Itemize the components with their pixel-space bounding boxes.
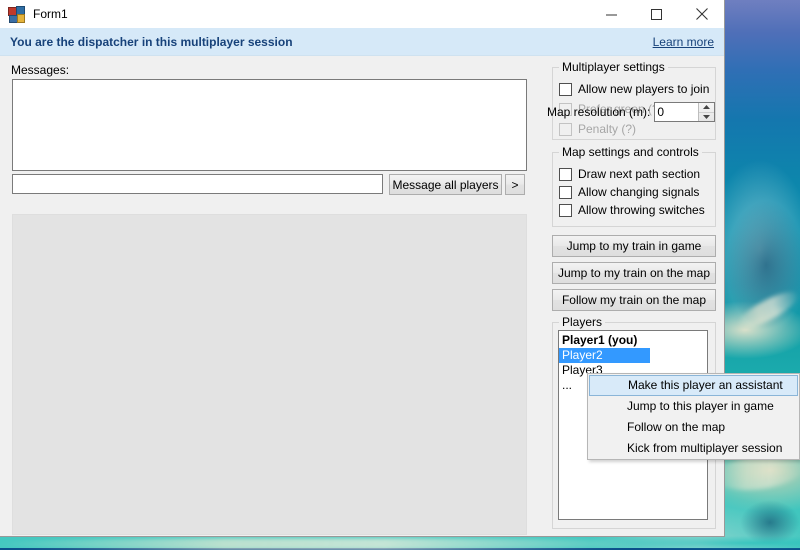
map-resolution-row: Map resolution (m): [547, 102, 716, 122]
messages-label: Messages: [11, 63, 70, 77]
checkbox-label: Draw next path section [578, 167, 701, 181]
context-menu-item-jump-to-player[interactable]: Jump to this player in game [588, 396, 799, 417]
map-resolution-input[interactable] [655, 103, 704, 121]
spinner-down-icon[interactable] [699, 113, 714, 122]
spinner-up-icon[interactable] [699, 103, 715, 113]
context-menu-item-make-assistant[interactable]: Make this player an assistant [589, 375, 798, 396]
close-button[interactable] [679, 0, 724, 28]
checkbox-box-icon [559, 185, 572, 199]
checkbox-allow-changing-signals[interactable]: Allow changing signals [559, 184, 699, 200]
client-area: Messages: Message all players > Multipla… [0, 55, 724, 536]
spinner-buttons[interactable] [698, 103, 715, 122]
message-input[interactable] [12, 174, 383, 194]
multiplayer-settings-group: Multiplayer settings Allow new players t… [552, 60, 716, 140]
checkbox-label: Allow throwing switches [578, 203, 705, 217]
context-menu-item-kick-player[interactable]: Kick from multiplayer session [588, 438, 799, 459]
banner-message: You are the dispatcher in this multiplay… [10, 34, 293, 49]
message-all-players-button[interactable]: Message all players [389, 174, 502, 195]
checkbox-box-icon [559, 203, 572, 217]
checkbox-label: Allow new players to join [578, 82, 710, 96]
windows-forms-icon [8, 6, 25, 23]
send-message-button[interactable]: > [505, 174, 525, 195]
dispatcher-display-panel[interactable] [12, 214, 527, 535]
left-column: Messages: Message all players > [0, 55, 540, 536]
checkbox-allow-throwing-switches[interactable]: Allow throwing switches [559, 202, 705, 218]
context-menu-item-follow-on-map[interactable]: Follow on the map [588, 417, 799, 438]
jump-to-train-on-map-button[interactable]: Jump to my train on the map [552, 262, 716, 284]
checkbox-label: Penalty (?) [578, 122, 637, 136]
learn-more-link[interactable]: Learn more [653, 35, 714, 49]
window-controls [589, 0, 724, 28]
right-column: Multiplayer settings Allow new players t… [546, 55, 722, 536]
checkbox-label: Allow changing signals [578, 185, 700, 199]
title-bar[interactable]: Form1 [0, 0, 724, 28]
jump-to-train-in-game-button[interactable]: Jump to my train in game [552, 235, 716, 257]
map-settings-body: Draw next path section Allow changing si… [552, 152, 716, 227]
checkbox-box-icon [559, 122, 572, 136]
list-item[interactable]: Player1 (you) [559, 333, 707, 348]
list-item[interactable]: Player2 [559, 348, 650, 363]
map-settings-group: Map settings and controls Draw next path… [552, 145, 716, 227]
window-title: Form1 [33, 7, 68, 21]
checkbox-draw-next-path[interactable]: Draw next path section [559, 166, 700, 182]
checkbox-allow-new-players[interactable]: Allow new players to join [559, 81, 709, 97]
map-resolution-label: Map resolution (m): [547, 105, 651, 119]
player-context-menu[interactable]: Make this player an assistant Jump to th… [587, 373, 800, 460]
minimize-button[interactable] [589, 0, 634, 28]
follow-train-on-map-button[interactable]: Follow my train on the map [552, 289, 716, 311]
sandbar-shape [0, 538, 640, 550]
messages-log[interactable] [12, 79, 527, 171]
map-resolution-stepper[interactable] [654, 102, 716, 122]
dispatcher-banner: You are the dispatcher in this multiplay… [0, 28, 724, 56]
maximize-button[interactable] [634, 0, 679, 28]
checkbox-box-icon [559, 82, 572, 96]
checkbox-box-icon [559, 167, 572, 181]
checkbox-penalty: Penalty (?) [559, 121, 636, 137]
